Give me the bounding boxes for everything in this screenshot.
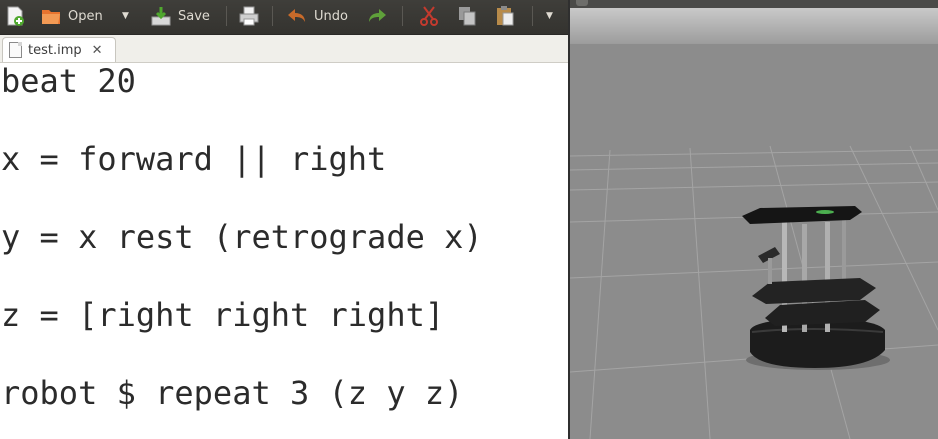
toolbar-separator	[226, 6, 227, 26]
document-icon	[9, 42, 22, 58]
close-tab-icon[interactable]: ✕	[92, 43, 103, 58]
code-line: z = [right right right]	[1, 296, 445, 334]
open-button[interactable]: Open	[40, 3, 103, 29]
undo-label: Undo	[314, 8, 348, 24]
undo-button[interactable]: Undo	[286, 3, 348, 29]
redo-arrow-icon	[366, 5, 388, 27]
toolbar-overflow-button[interactable]: ▼	[546, 3, 553, 29]
toolbar: Open ▼ Save Undo ▼	[0, 0, 568, 35]
toolbar-separator	[272, 6, 273, 26]
text-editor-window: Open ▼ Save Undo ▼ test.imp ✕ beat 20 x …	[0, 0, 568, 439]
undo-arrow-icon	[286, 5, 308, 27]
save-button[interactable]: Save	[150, 3, 210, 29]
copy-button[interactable]	[456, 3, 478, 29]
copy-icon	[456, 5, 478, 27]
viewport-toolbar	[570, 0, 938, 8]
simulation-viewport[interactable]	[570, 0, 938, 439]
toolbar-separator	[532, 6, 533, 26]
print-button[interactable]	[238, 3, 260, 29]
printer-icon	[238, 5, 260, 27]
new-file-button[interactable]	[4, 3, 26, 29]
viewport-control-handle[interactable]	[576, 0, 588, 6]
open-label: Open	[68, 8, 103, 24]
dropdown-arrow-icon: ▼	[122, 11, 129, 21]
document-tabs: test.imp ✕	[0, 35, 568, 63]
code-line: x = forward || right	[1, 140, 387, 178]
code-editor-area[interactable]: beat 20 x = forward || right y = x rest …	[0, 62, 568, 439]
redo-button[interactable]	[366, 3, 388, 29]
paste-button[interactable]	[494, 3, 516, 29]
toolbar-separator	[402, 6, 403, 26]
new-file-icon	[4, 5, 26, 27]
paste-clipboard-icon	[494, 5, 516, 27]
dropdown-arrow-icon: ▼	[546, 11, 553, 21]
code-line: robot $ repeat 3 (z y z)	[1, 374, 464, 412]
turtlebot-robot	[742, 206, 890, 370]
scissors-icon	[418, 5, 440, 27]
cut-button[interactable]	[418, 3, 440, 29]
open-recent-dropdown[interactable]: ▼	[122, 3, 129, 29]
tab-test-imp[interactable]: test.imp ✕	[2, 37, 116, 62]
code-line: beat 20	[1, 62, 136, 100]
code-line: y = x rest (retrograde x)	[1, 218, 483, 256]
open-folder-icon	[40, 5, 62, 27]
save-icon	[150, 5, 172, 27]
tab-filename: test.imp	[28, 42, 82, 58]
save-label: Save	[178, 8, 210, 24]
status-led	[816, 210, 834, 214]
